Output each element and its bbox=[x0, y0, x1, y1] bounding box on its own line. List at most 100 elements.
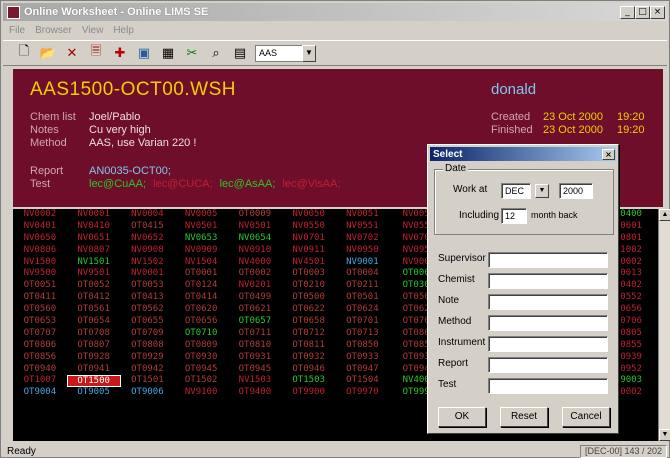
sample-cell[interactable]: OT0931 bbox=[228, 352, 282, 364]
sample-cell[interactable]: NV4000 bbox=[228, 257, 282, 269]
close-button[interactable]: × bbox=[650, 5, 665, 19]
sample-cell[interactable]: NV0001 bbox=[67, 209, 121, 221]
menu-file[interactable]: File bbox=[9, 25, 25, 36]
calc-icon[interactable]: ▦ bbox=[159, 44, 177, 62]
sample-cell[interactable]: NV1500 bbox=[13, 257, 67, 269]
year-field[interactable]: 2000 bbox=[559, 183, 593, 199]
sample-cell[interactable]: OT0620 bbox=[174, 304, 228, 316]
sample-cell[interactable]: NV0701 bbox=[282, 233, 336, 245]
sample-cell[interactable]: NV1504 bbox=[174, 257, 228, 269]
sample-cell[interactable]: NV0909 bbox=[174, 245, 228, 257]
menu-view[interactable]: View bbox=[82, 25, 104, 36]
sample-cell[interactable]: NV0806 bbox=[13, 245, 67, 257]
sample-cell[interactable]: OT0708 bbox=[67, 328, 121, 340]
sample-cell[interactable]: NV0001 bbox=[121, 268, 175, 280]
sample-cell[interactable]: NV0652 bbox=[121, 233, 175, 245]
sample-cell[interactable]: NV0654 bbox=[228, 233, 282, 245]
sample-cell[interactable]: OT0501 bbox=[336, 292, 390, 304]
sample-cell[interactable]: NV1501 bbox=[67, 257, 121, 269]
sample-cell[interactable]: OT0499 bbox=[228, 292, 282, 304]
note-field[interactable] bbox=[488, 294, 608, 310]
sample-cell[interactable]: OT0806 bbox=[13, 340, 67, 352]
sample-cell[interactable]: OT0945 bbox=[228, 364, 282, 376]
title-bar[interactable]: Online Worksheet - Online LIMS SE _ □ × bbox=[3, 3, 667, 21]
sample-cell[interactable]: NV9501 bbox=[67, 268, 121, 280]
sample-cell[interactable]: OT1502 bbox=[174, 375, 228, 387]
sample-cell[interactable]: OT0809 bbox=[174, 340, 228, 352]
month-select[interactable]: DEC bbox=[501, 183, 531, 199]
sample-cell[interactable]: NV0911 bbox=[282, 245, 336, 257]
sample-cell[interactable]: NV0401 bbox=[13, 221, 67, 233]
sample-cell[interactable]: OT0933 bbox=[336, 352, 390, 364]
sample-cell[interactable]: OT0930 bbox=[174, 352, 228, 364]
scroll-up-icon[interactable]: ▲ bbox=[659, 209, 670, 221]
sample-cell[interactable]: NV1503 bbox=[228, 375, 282, 387]
sample-cell[interactable]: OT9005 bbox=[67, 387, 121, 399]
sample-cell[interactable]: OT0003 bbox=[282, 268, 336, 280]
sample-cell[interactable]: OT0946 bbox=[282, 364, 336, 376]
sample-cell[interactable]: NV0550 bbox=[282, 221, 336, 233]
sample-cell[interactable]: NV9001 bbox=[336, 257, 390, 269]
cancel-button[interactable]: Cancel bbox=[562, 407, 610, 427]
sample-cell[interactable]: OT0561 bbox=[67, 304, 121, 316]
sample-cell[interactable]: OT1007 bbox=[13, 375, 67, 387]
sample-cell[interactable]: NV0410 bbox=[67, 221, 121, 233]
sample-cell[interactable]: NV9100 bbox=[174, 387, 228, 399]
sample-cell[interactable]: NV0501 bbox=[174, 221, 228, 233]
sample-cell[interactable]: NV0910 bbox=[228, 245, 282, 257]
maximize-button[interactable]: □ bbox=[635, 5, 650, 19]
sample-cell[interactable]: OT0001 bbox=[174, 268, 228, 280]
sample-cell[interactable]: OT0002 bbox=[228, 268, 282, 280]
open-icon[interactable]: 📂 bbox=[39, 44, 57, 62]
sample-cell[interactable]: OT0622 bbox=[282, 304, 336, 316]
cut-icon[interactable]: ✂ bbox=[183, 44, 201, 62]
sample-cell[interactable]: OT0414 bbox=[174, 292, 228, 304]
sample-cell[interactable]: OT0932 bbox=[282, 352, 336, 364]
sample-cell[interactable]: OT9006 bbox=[121, 387, 175, 399]
info-icon[interactable]: 🗏 bbox=[87, 44, 105, 62]
sample-cell[interactable]: OT1503 bbox=[282, 375, 336, 387]
sample-cell[interactable]: OT0124 bbox=[174, 280, 228, 292]
image-icon[interactable]: ▣ bbox=[135, 44, 153, 62]
new-icon[interactable]: 🗋 bbox=[15, 44, 33, 62]
sample-cell[interactable]: OT0009 bbox=[228, 209, 282, 221]
insert-icon[interactable]: ✚ bbox=[111, 44, 129, 62]
sample-cell[interactable]: OT9004 bbox=[13, 387, 67, 399]
method-field[interactable] bbox=[488, 315, 608, 331]
sample-cell[interactable]: NV0950 bbox=[336, 245, 390, 257]
reset-button[interactable]: Reset bbox=[500, 407, 548, 427]
menu-browser[interactable]: Browser bbox=[35, 25, 72, 36]
method-combo[interactable]: AAS bbox=[255, 44, 303, 62]
sample-cell[interactable]: OT0560 bbox=[13, 304, 67, 316]
report-field[interactable] bbox=[488, 357, 608, 373]
sample-cell[interactable]: NV0650 bbox=[13, 233, 67, 245]
sample-cell[interactable]: OT0051 bbox=[13, 280, 67, 292]
sample-cell[interactable]: OT0711 bbox=[228, 328, 282, 340]
sample-cell[interactable]: OT0710 bbox=[174, 328, 228, 340]
sample-cell[interactable]: OT0211 bbox=[336, 280, 390, 292]
sample-cell[interactable]: OT0562 bbox=[121, 304, 175, 316]
sample-cell[interactable]: OT9970 bbox=[336, 387, 390, 399]
sample-cell[interactable]: NV0051 bbox=[336, 209, 390, 221]
sample-cell[interactable]: OT1501 bbox=[121, 375, 175, 387]
sample-cell[interactable]: NV0551 bbox=[336, 221, 390, 233]
sample-cell[interactable]: NV0005 bbox=[174, 209, 228, 221]
sample-cell[interactable]: OT0052 bbox=[67, 280, 121, 292]
months-back-field[interactable]: 12 bbox=[501, 208, 527, 224]
sample-cell[interactable]: NV0653 bbox=[174, 233, 228, 245]
sample-cell[interactable]: NV4501 bbox=[282, 257, 336, 269]
supervisor-field[interactable] bbox=[488, 252, 608, 268]
sample-cell[interactable]: OT0856 bbox=[13, 352, 67, 364]
sample-cell[interactable]: OT0808 bbox=[121, 340, 175, 352]
sample-cell[interactable]: OT0411 bbox=[13, 292, 67, 304]
sample-cell[interactable]: OT0945 bbox=[174, 364, 228, 376]
sample-cell[interactable]: OT0657 bbox=[228, 316, 282, 328]
sample-cell[interactable]: NV0651 bbox=[67, 233, 121, 245]
ok-button[interactable]: OK bbox=[438, 407, 486, 427]
chemist-field[interactable] bbox=[488, 273, 608, 289]
sample-cell[interactable]: OT0712 bbox=[282, 328, 336, 340]
sample-cell[interactable]: OT0709 bbox=[121, 328, 175, 340]
sample-cell[interactable]: OT0653 bbox=[13, 316, 67, 328]
sample-cell[interactable]: NV0501 bbox=[228, 221, 282, 233]
sample-cell[interactable]: NV0908 bbox=[121, 245, 175, 257]
